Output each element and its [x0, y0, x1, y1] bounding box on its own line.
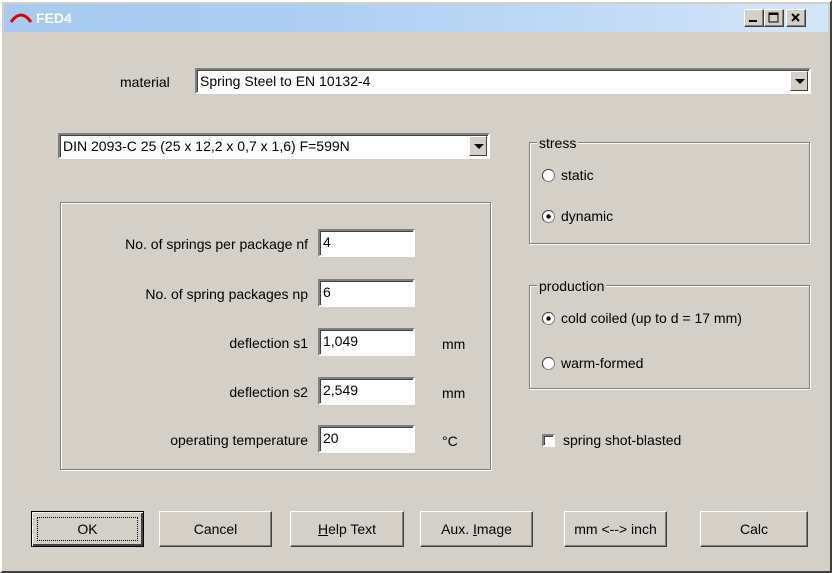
close-button[interactable]: [786, 9, 806, 27]
deflection-s1-unit: mm: [442, 336, 466, 352]
title-bar: FED4: [4, 4, 828, 32]
operating-temperature-unit: °C: [442, 433, 458, 449]
springs-per-package-value: 4: [323, 234, 331, 250]
help-text-button[interactable]: Help Text: [290, 511, 404, 547]
stress-group: [529, 142, 810, 244]
spring-app-icon: [10, 13, 32, 23]
cancel-button-label: Cancel: [193, 521, 238, 537]
help-text-suffix: elp Text: [328, 521, 377, 537]
cancel-button[interactable]: Cancel: [159, 511, 272, 547]
deflection-s1-value: 1,049: [323, 333, 359, 349]
operating-temperature-input[interactable]: 20: [318, 425, 415, 453]
minimize-button[interactable]: [744, 9, 764, 27]
chevron-down-icon: [474, 144, 484, 149]
production-group-title: production: [537, 278, 607, 294]
stress-static-label[interactable]: static: [561, 166, 594, 184]
fed4-dialog-window: FED4 material Spring Steel to EN 10132-4…: [0, 0, 832, 573]
unit-toggle-button[interactable]: mm <--> inch: [564, 511, 667, 547]
stress-static-radio[interactable]: [542, 169, 555, 182]
spring-packages-label: No. of spring packages np: [145, 286, 308, 302]
material-value: Spring Steel to EN 10132-4: [200, 73, 371, 89]
spring-type-value: DIN 2093-C 25 (25 x 12,2 x 0,7 x 1,6) F=…: [63, 138, 350, 154]
stress-dynamic-label[interactable]: dynamic: [561, 207, 613, 225]
production-cold-coiled-label[interactable]: cold coiled (up to d = 17 mm): [561, 309, 742, 327]
production-group: [529, 285, 810, 389]
production-warm-formed-radio[interactable]: [542, 357, 555, 370]
window-title: FED4: [36, 10, 72, 26]
aux-image-button[interactable]: Aux. Image: [420, 511, 533, 547]
production-cold-coiled-radio[interactable]: [542, 312, 555, 325]
deflection-s1-label: deflection s1: [229, 335, 308, 351]
aux-image-suffix: mage: [476, 521, 512, 537]
deflection-s2-input[interactable]: 2,549: [318, 377, 415, 405]
shot-blasted-label[interactable]: spring shot-blasted: [563, 431, 681, 449]
stress-group-title: stress: [537, 135, 579, 151]
ok-button[interactable]: OK: [31, 511, 144, 547]
deflection-s2-value: 2,549: [323, 382, 359, 398]
help-text-mnemonic: H: [317, 521, 329, 537]
shot-blasted-checkbox[interactable]: [542, 434, 555, 447]
springs-per-package-label: No. of springs per package nf: [125, 236, 308, 252]
spring-type-dropdown[interactable]: DIN 2093-C 25 (25 x 12,2 x 0,7 x 1,6) F=…: [58, 133, 490, 159]
operating-temperature-label: operating temperature: [170, 432, 308, 448]
stress-dynamic-radio[interactable]: [542, 210, 555, 223]
spring-packages-value: 6: [323, 284, 331, 300]
spring-type-dropdown-button[interactable]: [469, 136, 487, 156]
maximize-icon: [768, 12, 779, 23]
material-label: material: [120, 74, 170, 90]
material-dropdown-button[interactable]: [790, 71, 808, 91]
calc-button[interactable]: Calc: [700, 511, 808, 547]
operating-temperature-value: 20: [323, 430, 339, 446]
deflection-s1-input[interactable]: 1,049: [318, 328, 415, 356]
production-warm-formed-label[interactable]: warm-formed: [561, 354, 643, 372]
aux-image-prefix: Aux.: [441, 521, 473, 537]
chevron-down-icon: [795, 79, 805, 84]
ok-button-label: OK: [77, 521, 98, 537]
close-icon: [791, 13, 800, 22]
material-dropdown[interactable]: Spring Steel to EN 10132-4: [195, 68, 811, 94]
deflection-s2-label: deflection s2: [229, 384, 308, 400]
springs-per-package-input[interactable]: 4: [318, 229, 415, 257]
deflection-s2-unit: mm: [442, 385, 466, 401]
calc-button-label: Calc: [739, 521, 768, 537]
minimize-icon: [749, 20, 757, 22]
spring-packages-input[interactable]: 6: [318, 279, 415, 307]
unit-toggle-label: mm <--> inch: [574, 521, 657, 537]
maximize-button[interactable]: [764, 9, 784, 27]
